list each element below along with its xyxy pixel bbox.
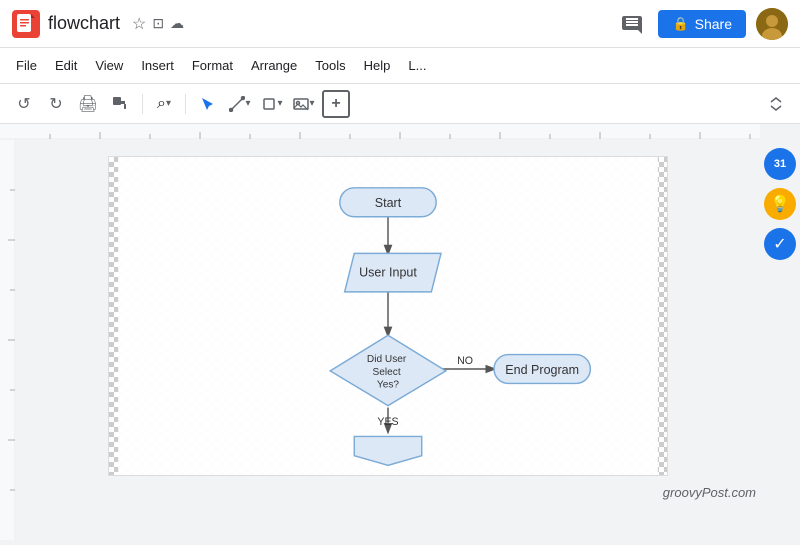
redo-button[interactable]: ↻ — [42, 90, 70, 118]
share-label: Share — [695, 16, 732, 32]
cloud-icon[interactable]: ☁ — [170, 15, 184, 32]
lightbulb-label: 💡 — [770, 194, 790, 214]
app-logo[interactable] — [12, 10, 40, 38]
print-button[interactable]: 🖨 — [74, 90, 102, 118]
right-sidebar: 31 💡 ✓ — [760, 140, 800, 504]
document-title[interactable]: flowchart — [48, 13, 120, 34]
svg-text:YES: YES — [377, 416, 398, 428]
svg-text:NO: NO — [457, 355, 473, 367]
lightbulb-sidebar-icon[interactable]: 💡 — [764, 188, 796, 220]
menu-file[interactable]: File — [8, 54, 45, 77]
watermark: groovyPost.com — [663, 485, 756, 500]
menu-view[interactable]: View — [87, 54, 131, 77]
menu-more[interactable]: L... — [400, 54, 434, 77]
shape-dropdown[interactable]: ▾ — [277, 98, 282, 109]
user-avatar[interactable] — [756, 8, 788, 40]
menu-edit[interactable]: Edit — [47, 54, 85, 77]
menu-help[interactable]: Help — [356, 54, 399, 77]
drive-icon[interactable]: ⊡ — [152, 15, 164, 32]
watermark-text: groovyPost.com — [663, 485, 756, 500]
header-icons: ☆ ⊡ ☁ — [132, 14, 184, 34]
zoom-icon: ⌕ — [157, 95, 166, 113]
header: flowchart ☆ ⊡ ☁ 🔒 Share — [0, 0, 800, 48]
flowchart-diagram[interactable]: Start User Input Did User Select Yes? NO… — [109, 157, 667, 475]
toolbar: ↺ ↻ 🖨 ⌕ ▾ ▾ ▾ — [0, 84, 800, 124]
undo-button[interactable]: ↺ — [10, 90, 38, 118]
svg-text:User Input: User Input — [359, 265, 417, 279]
line-button[interactable]: ▾ — [226, 90, 254, 118]
check-label: ✓ — [773, 234, 786, 254]
separator-2 — [185, 94, 186, 114]
menu-format[interactable]: Format — [184, 54, 241, 77]
line-dropdown[interactable]: ▾ — [245, 98, 250, 109]
menu-tools[interactable]: Tools — [307, 54, 353, 77]
svg-text:Start: Start — [375, 196, 402, 210]
menubar: File Edit View Insert Format Arrange Too… — [0, 48, 800, 84]
more-button[interactable]: + — [322, 90, 350, 118]
vertical-ruler — [0, 140, 16, 504]
horizontal-ruler — [0, 124, 760, 140]
zoom-control[interactable]: ⌕ ▾ — [151, 93, 177, 115]
drawing-canvas[interactable]: Start User Input Did User Select Yes? NO… — [108, 156, 668, 476]
lock-icon: 🔒 — [672, 16, 688, 32]
select-button[interactable] — [194, 90, 222, 118]
header-right: 🔒 Share — [616, 8, 788, 40]
collapse-button[interactable] — [762, 90, 790, 118]
image-dropdown[interactable]: ▾ — [309, 98, 314, 109]
star-icon[interactable]: ☆ — [132, 14, 146, 34]
zoom-arrow: ▾ — [166, 98, 171, 109]
check-sidebar-icon[interactable]: ✓ — [764, 228, 796, 260]
menu-arrange[interactable]: Arrange — [243, 54, 305, 77]
main-area: Start User Input Did User Select Yes? NO… — [0, 124, 800, 504]
menu-insert[interactable]: Insert — [133, 54, 182, 77]
calendar-label: 31 — [774, 158, 786, 170]
share-button[interactable]: 🔒 Share — [658, 10, 746, 38]
shape-picker-button[interactable]: ▾ — [258, 90, 286, 118]
svg-text:End Program: End Program — [505, 363, 579, 377]
comments-icon[interactable] — [616, 8, 648, 40]
paint-format-button[interactable] — [106, 90, 134, 118]
canvas-area[interactable]: Start User Input Did User Select Yes? NO… — [16, 140, 760, 504]
calendar-sidebar-icon[interactable]: 31 — [764, 148, 796, 180]
separator-1 — [142, 94, 143, 114]
image-button[interactable]: ▾ — [290, 90, 318, 118]
